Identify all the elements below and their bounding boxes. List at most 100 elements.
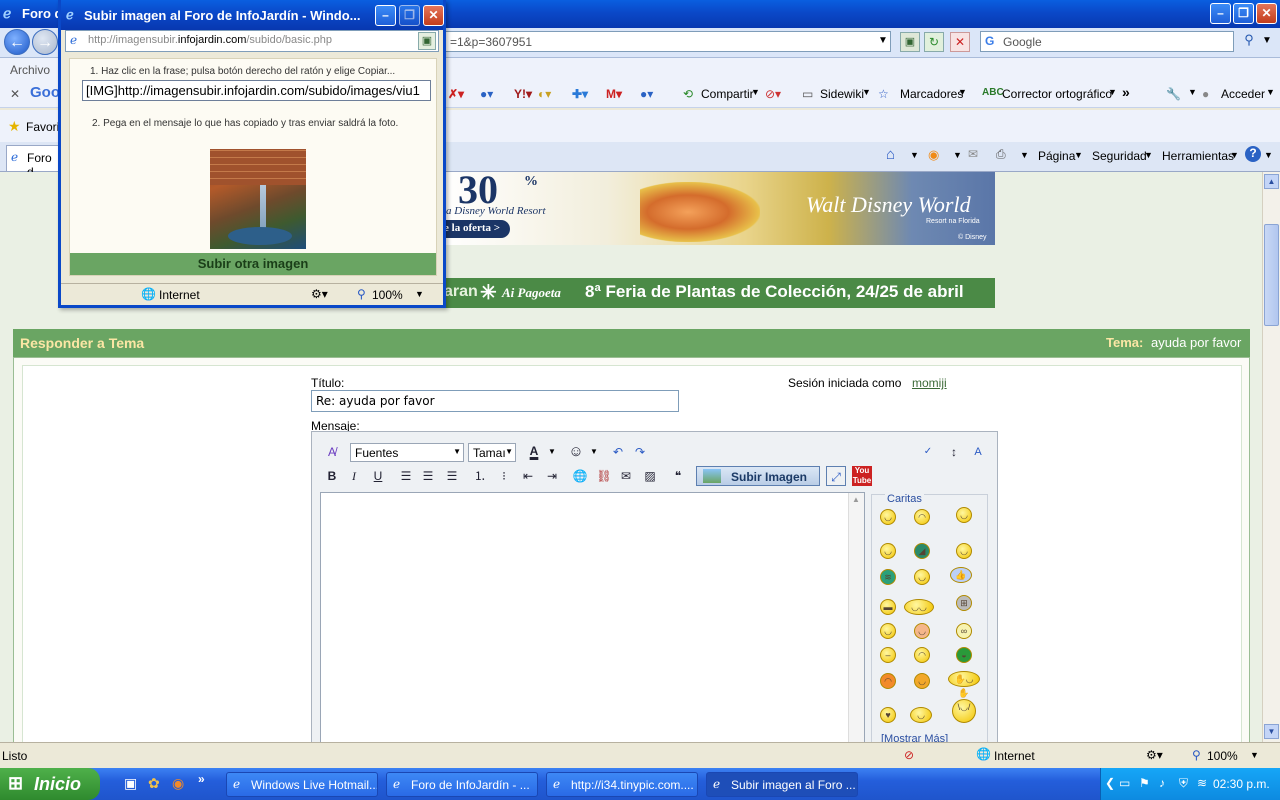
- expand-icon[interactable]: ⤢: [826, 466, 846, 486]
- font-color-icon[interactable]: A: [524, 441, 544, 461]
- message-textarea[interactable]: ▲: [320, 492, 865, 742]
- outdent-icon[interactable]: ⇤: [518, 466, 538, 486]
- minimize-button[interactable]: –: [1210, 3, 1231, 24]
- smiley-menu-icon[interactable]: ☺: [566, 442, 586, 462]
- textarea-scrollbar[interactable]: ▲: [848, 493, 864, 742]
- help-dropdown-icon[interactable]: ▼: [1264, 150, 1273, 160]
- security-icon[interactable]: ⚙▾: [1146, 748, 1163, 762]
- compatibility-icon[interactable]: ▣: [900, 32, 920, 52]
- popup-status-zoom[interactable]: 100%: [372, 288, 403, 302]
- wink-icon[interactable]: ◡: [880, 543, 896, 559]
- maximize-button[interactable]: ❐: [1233, 3, 1254, 24]
- home-icon[interactable]: ⌂: [886, 146, 895, 163]
- herramientas-dropdown-icon[interactable]: ▼: [1230, 150, 1239, 160]
- wrench-icon[interactable]: 🔧: [1166, 87, 1181, 101]
- menu-archivo[interactable]: Archivo: [10, 63, 50, 77]
- love-icon[interactable]: ♥: [880, 707, 896, 723]
- corrector-button[interactable]: Corrector ortográfico: [1002, 87, 1112, 101]
- italic-button[interactable]: I: [344, 466, 364, 486]
- unlink-icon[interactable]: ⛓: [594, 466, 614, 486]
- tray-volume-icon[interactable]: ♪: [1159, 776, 1165, 790]
- mail-icon[interactable]: ✉: [968, 147, 978, 161]
- email-link-icon[interactable]: ✉: [616, 466, 636, 486]
- marcadores-button[interactable]: Marcadores: [900, 87, 963, 101]
- alien-icon[interactable]: ◒: [956, 647, 972, 663]
- task-foro[interactable]: ℯ Foro de InfoJardín - ...: [386, 772, 538, 797]
- resize-icon[interactable]: ↕: [944, 442, 964, 462]
- page-scrollbar[interactable]: ▲ ▼: [1262, 172, 1280, 742]
- underline-button[interactable]: U: [368, 466, 388, 486]
- disney-banner[interactable]: 30 % a Disney World Resort e la oferta >…: [440, 172, 995, 245]
- print-icon[interactable]: ⎙: [996, 147, 1006, 162]
- wrench-dropdown-icon[interactable]: ▼: [1188, 87, 1197, 97]
- align-right-icon[interactable]: ☰: [442, 466, 462, 486]
- sad-icon[interactable]: ◠: [914, 647, 930, 663]
- more-tools[interactable]: »: [1122, 84, 1130, 100]
- smile-icon[interactable]: ◡: [880, 509, 896, 525]
- popup-zoom-dropdown-icon[interactable]: ▼: [415, 289, 424, 299]
- quicklaunch-desktop-icon[interactable]: ▣: [124, 775, 137, 792]
- font-color-dropdown-icon[interactable]: ▼: [548, 447, 556, 456]
- refresh-icon[interactable]: ↻: [924, 32, 944, 52]
- thinking-icon[interactable]: ◡: [910, 707, 932, 723]
- pagina-dropdown-icon[interactable]: ▼: [1074, 150, 1083, 160]
- search-input[interactable]: G Google: [980, 31, 1234, 52]
- translate-icon[interactable]: ⊘▾: [765, 87, 781, 101]
- status-zoom[interactable]: 100%: [1207, 749, 1238, 763]
- tray-wifi-icon[interactable]: ≋: [1197, 776, 1207, 790]
- show-more-link[interactable]: [Mostrar Más]: [881, 733, 948, 742]
- rss-icon[interactable]: ◉: [928, 147, 939, 163]
- happy-icon[interactable]: ◡: [956, 507, 972, 523]
- quicklaunch-firefox-icon[interactable]: ◉: [172, 775, 184, 792]
- titulo-input[interactable]: Re: ayuda por favor: [311, 390, 679, 412]
- corrector-dropdown-icon[interactable]: ▼: [1108, 87, 1117, 97]
- orb-icon[interactable]: ●▾: [640, 87, 653, 101]
- link-icon[interactable]: 🌐: [570, 466, 590, 486]
- popup-compat-icon[interactable]: ▣: [418, 32, 436, 50]
- disney-offer-button[interactable]: e la oferta >: [440, 220, 510, 238]
- tray-shield-icon[interactable]: ⛨: [1179, 776, 1188, 791]
- planet-icon[interactable]: ◐▾: [538, 87, 551, 101]
- close-button[interactable]: ✕: [1256, 3, 1277, 24]
- blush-icon[interactable]: ◡: [914, 623, 930, 639]
- cheer-icon[interactable]: \◡/: [952, 699, 976, 723]
- print-dropdown-icon[interactable]: ▼: [1020, 150, 1029, 160]
- home-dropdown-icon[interactable]: ▼: [910, 150, 919, 160]
- subir-imagen-button[interactable]: Subir Imagen: [696, 466, 820, 486]
- redo-icon[interactable]: ↷: [630, 442, 650, 462]
- sidewiki-button[interactable]: Sidewiki: [820, 87, 864, 101]
- font-select[interactable]: Fuentes ▼: [350, 443, 464, 462]
- neutral-icon[interactable]: ‒: [880, 647, 896, 663]
- compartir-dropdown-icon[interactable]: ▼: [751, 87, 760, 97]
- quicklaunch-more-icon[interactable]: »: [198, 772, 205, 786]
- quicklaunch-paw-icon[interactable]: ✿: [148, 775, 160, 792]
- address-dropdown-icon[interactable]: ▼: [878, 35, 888, 46]
- subir-otra-imagen-button[interactable]: Subir otra imagen: [70, 253, 436, 275]
- zoom-dropdown-icon[interactable]: ▼: [1250, 750, 1259, 760]
- robot-icon[interactable]: ⊞: [956, 595, 972, 611]
- sidewiki-dropdown-icon[interactable]: ▼: [862, 87, 871, 97]
- bold-button[interactable]: B: [322, 466, 342, 486]
- dancing-icon[interactable]: ✋◡✋: [948, 671, 980, 698]
- popup-minimize-button[interactable]: –: [375, 5, 396, 26]
- ordered-list-icon[interactable]: ⒈: [470, 466, 490, 486]
- popup-security-icon[interactable]: ⚙▾: [311, 287, 328, 301]
- globe-icon[interactable]: ●▾: [480, 87, 493, 101]
- tab-foro[interactable]: ℯ Foro d: [6, 145, 62, 179]
- switch-mode-icon[interactable]: A: [968, 442, 988, 462]
- search-icon[interactable]: ⚲: [1238, 32, 1260, 52]
- task-hotmail[interactable]: ℯ Windows Live Hotmail...: [226, 772, 378, 797]
- clock[interactable]: 02:30 p.m.: [1213, 777, 1270, 791]
- search-dropdown-icon[interactable]: ▼: [1262, 35, 1272, 46]
- cool-icon[interactable]: ▬: [880, 599, 896, 615]
- tray-monitor-icon[interactable]: ▭: [1119, 776, 1130, 790]
- x-icon[interactable]: ✗▾: [448, 87, 464, 101]
- scroll-down-icon[interactable]: ▼: [1264, 724, 1279, 739]
- feria-banner[interactable]: aran ✳ Ai Pagoeta 8ª Feria de Plantas de…: [440, 278, 995, 308]
- close-toolbar-icon[interactable]: ✕: [10, 87, 20, 101]
- popup-titlebar[interactable]: ℯ Subir imagen al Foro de InfoJardín - W…: [61, 0, 444, 30]
- task-tinypic[interactable]: ℯ http://i34.tinypic.com....: [546, 772, 698, 797]
- unordered-list-icon[interactable]: ⁝: [494, 466, 514, 486]
- pagina-menu[interactable]: Página: [1038, 149, 1075, 163]
- tray-expand-icon[interactable]: ❮: [1105, 776, 1115, 790]
